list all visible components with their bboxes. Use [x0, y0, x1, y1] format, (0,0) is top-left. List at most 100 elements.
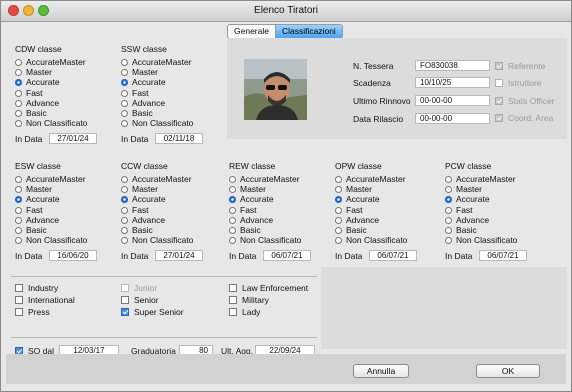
- ssw-radio-accurate[interactable]: Accurate: [121, 77, 166, 87]
- rew-radio-accurate[interactable]: Accurate: [229, 194, 274, 204]
- cancel-button[interactable]: Annulla: [353, 364, 409, 378]
- pcw-radio-master[interactable]: Master: [445, 184, 482, 194]
- divider: [11, 276, 317, 277]
- opw-radio-advance[interactable]: Advance: [335, 215, 379, 225]
- ccw-radio-basic[interactable]: Basic: [121, 225, 153, 235]
- esw-radio-non-classificato[interactable]: Non Classificato: [15, 235, 87, 245]
- pcw-radio-non-classificato[interactable]: Non Classificato: [445, 235, 517, 245]
- radio-icon: [15, 237, 22, 245]
- lady-checkbox[interactable]: Lady: [229, 307, 260, 317]
- checkbox-icon: [495, 97, 503, 105]
- rew-radio-master[interactable]: Master: [229, 184, 266, 194]
- cdw-radio-fast[interactable]: Fast: [15, 88, 43, 98]
- industry-checkbox[interactable]: Industry: [15, 283, 58, 293]
- ssw-radio-fast[interactable]: Fast: [121, 88, 149, 98]
- esw-date-field[interactable]: 16/06/20: [49, 250, 97, 261]
- ssw-radio-advance[interactable]: Advance: [121, 98, 165, 108]
- member-photo: [244, 59, 307, 120]
- ccw-radio-advance[interactable]: Advance: [121, 215, 165, 225]
- radio-icon: [445, 176, 452, 183]
- radio-icon: [121, 196, 128, 204]
- opw-radio-master[interactable]: Master: [335, 184, 372, 194]
- pcw-date-field[interactable]: 06/07/21: [479, 250, 527, 261]
- ccw-radio-accurate[interactable]: Accurate: [121, 194, 166, 204]
- esw-radio-accurate[interactable]: Accurate: [15, 194, 60, 204]
- opw-radio-accurate[interactable]: Accurate: [335, 194, 380, 204]
- radio-icon: [121, 120, 128, 128]
- esw-radio-basic[interactable]: Basic: [15, 225, 47, 235]
- pcw-radio-basic[interactable]: Basic: [445, 225, 477, 235]
- rew-radio-basic[interactable]: Basic: [229, 225, 261, 235]
- coord-area-checkbox[interactable]: Coord. Area: [495, 113, 553, 123]
- rew-radio-advance[interactable]: Advance: [229, 215, 273, 225]
- ssw-radio-master[interactable]: Master: [121, 67, 158, 77]
- rilascio-field[interactable]: 00-00-00: [415, 113, 490, 124]
- cdw-radio-basic[interactable]: Basic: [15, 108, 47, 118]
- ssw-radio-non-classificato[interactable]: Non Classificato: [121, 118, 193, 128]
- opw-radio-non-classificato[interactable]: Non Classificato: [335, 235, 407, 245]
- radio-icon: [335, 186, 342, 194]
- ssw-radio-basic[interactable]: Basic: [121, 108, 153, 118]
- radio-icon: [229, 216, 236, 224]
- press-checkbox[interactable]: Press: [15, 307, 50, 317]
- cdw-radio-accurate[interactable]: Accurate: [15, 77, 60, 87]
- pcw-radio-accuratemaster[interactable]: AccurateMaster: [445, 174, 516, 184]
- cdw-date-field[interactable]: 27/01/24: [49, 133, 97, 144]
- cdw-radio-advance[interactable]: Advance: [15, 98, 59, 108]
- radio-icon: [335, 206, 342, 214]
- pcw-radio-fast[interactable]: Fast: [445, 205, 473, 215]
- radio-icon: [121, 216, 128, 224]
- checkbox-icon: [229, 296, 237, 304]
- radio-icon: [335, 196, 342, 204]
- tab-classificazioni[interactable]: Classificazioni: [274, 25, 342, 38]
- rew-date-field[interactable]: 06/07/21: [263, 250, 311, 261]
- tab-generale[interactable]: Generale: [228, 25, 275, 38]
- tessera-field[interactable]: FO830038: [415, 60, 490, 71]
- rew-radio-accuratemaster[interactable]: AccurateMaster: [229, 174, 300, 184]
- rew-radio-non-classificato[interactable]: Non Classificato: [229, 235, 301, 245]
- esw-radio-master[interactable]: Master: [15, 184, 52, 194]
- ccw-radio-non-classificato[interactable]: Non Classificato: [121, 235, 193, 245]
- opw-date-field[interactable]: 06/07/21: [369, 250, 417, 261]
- opw-radio-accuratemaster[interactable]: AccurateMaster: [335, 174, 406, 184]
- radio-icon: [121, 89, 128, 97]
- ccw-date-field[interactable]: 27/01/24: [155, 250, 203, 261]
- scadenza-label: Scadenza: [353, 78, 391, 88]
- checkbox-icon: [121, 284, 129, 292]
- esw-radio-advance[interactable]: Advance: [15, 215, 59, 225]
- opw-in-data-label: In Data: [335, 251, 363, 261]
- radio-icon: [121, 99, 128, 107]
- rinnovo-field[interactable]: 00-00-00: [415, 95, 490, 106]
- ccw-radio-fast[interactable]: Fast: [121, 205, 149, 215]
- radio-icon: [445, 227, 452, 234]
- istruttore-checkbox[interactable]: Istruttore: [495, 78, 542, 88]
- window: Elenco Tiratori Generale Classificazioni…: [0, 0, 572, 392]
- ok-button[interactable]: OK: [476, 364, 540, 378]
- stats-officer-checkbox[interactable]: Stats Officer: [495, 96, 555, 106]
- international-checkbox[interactable]: International: [15, 295, 75, 305]
- lower-right-panel: [321, 267, 567, 349]
- scadenza-field[interactable]: 10/10/25: [415, 77, 490, 88]
- cdw-radio-master[interactable]: Master: [15, 67, 52, 77]
- cdw-radio-non-classificato[interactable]: Non Classificato: [15, 118, 87, 128]
- pcw-radio-accurate[interactable]: Accurate: [445, 194, 490, 204]
- pcw-radio-advance[interactable]: Advance: [445, 215, 489, 225]
- senior-checkbox[interactable]: Senior: [121, 295, 159, 305]
- ssw-radio-accuratemaster[interactable]: AccurateMaster: [121, 57, 192, 67]
- esw-class-title: ESW classe: [15, 161, 61, 171]
- radio-icon: [445, 206, 452, 214]
- ccw-radio-master[interactable]: Master: [121, 184, 158, 194]
- junior-checkbox[interactable]: Junior: [121, 283, 157, 293]
- cdw-radio-accuratemaster[interactable]: AccurateMaster: [15, 57, 86, 67]
- esw-radio-accuratemaster[interactable]: AccurateMaster: [15, 174, 86, 184]
- military-checkbox[interactable]: Military: [229, 295, 269, 305]
- opw-radio-fast[interactable]: Fast: [335, 205, 363, 215]
- super-senior-checkbox[interactable]: Super Senior: [121, 307, 184, 317]
- esw-radio-fast[interactable]: Fast: [15, 205, 43, 215]
- rew-radio-fast[interactable]: Fast: [229, 205, 257, 215]
- law-enforcement-checkbox[interactable]: Law Enforcement: [229, 283, 308, 293]
- ccw-radio-accuratemaster[interactable]: AccurateMaster: [121, 174, 192, 184]
- ssw-date-field[interactable]: 02/11/18: [155, 133, 203, 144]
- referente-checkbox[interactable]: Referente: [495, 61, 545, 71]
- opw-radio-basic[interactable]: Basic: [335, 225, 367, 235]
